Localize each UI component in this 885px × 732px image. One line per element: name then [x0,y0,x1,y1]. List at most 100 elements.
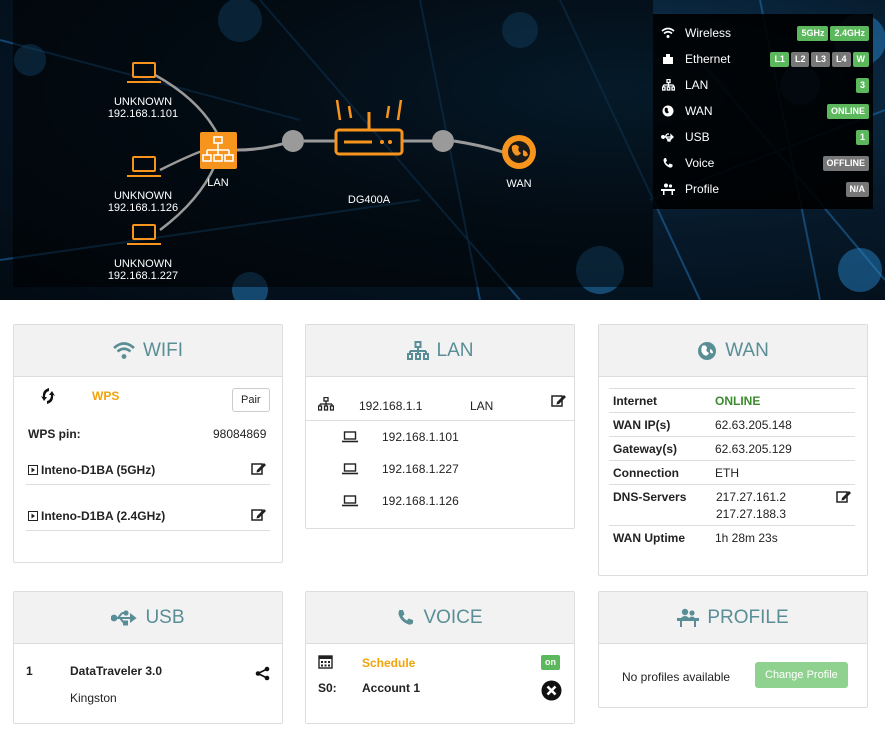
laptop-icon[interactable] [127,224,161,245]
wps-pin-label: WPS pin: [28,427,81,441]
lan-client-ip: 192.168.1.101 [382,430,459,444]
usb-card-title: USB [145,606,185,628]
profile-card-header: PROFILE [599,592,867,644]
share-icon[interactable] [255,666,270,681]
usb-device-vendor: Kingston [70,691,117,705]
divider [609,460,855,461]
ethernet-icon [661,52,675,66]
wan-ip-value: 62.63.205.148 [715,418,792,432]
divider [609,388,855,389]
sitemap-icon [661,78,675,92]
topology-diagram [127,62,536,245]
usb-device-index: 1 [26,664,33,678]
wan-dns-value: 217.27.161.2 [716,490,787,504]
laptop-icon [342,431,358,443]
status-badge: 2.4GHz [830,25,869,41]
client-label: UNKNOWN 192.168.1.126 [98,190,188,214]
close-circle-icon[interactable] [541,680,562,701]
lan-node-label: LAN [207,177,229,189]
network-topology-banner: UNKNOWN 192.168.1.101 UNKNOWN 192.168.1.… [0,0,885,300]
status-badge: N/A [845,181,869,197]
wan-uptime-value: 1h 28m 23s [715,531,778,545]
status-panel: Wireless 5GHz 2.4GHz Ethernet L1 L2 L3 L… [653,14,873,209]
lan-client-ip: 192.168.1.126 [382,494,459,508]
status-badge: W [852,51,869,67]
wifi-network-item[interactable]: Inteno-D1BA (2.4GHz) [28,509,165,523]
voice-schedule-label[interactable]: Schedule [362,656,415,670]
client-ip: 192.168.1.227 [107,270,179,282]
status-row-lan[interactable]: LAN 3 [661,72,869,98]
client-name: UNKNOWN [113,190,173,202]
wps-pin-value: 98084869 [213,427,267,441]
wan-card: WAN Internet ONLINE WAN IP(s) 62.63.205.… [598,324,868,576]
wifi-card-title: WIFI [142,339,184,361]
change-profile-button[interactable]: Change Profile [755,662,848,688]
client-label: UNKNOWN 192.168.1.101 [98,96,188,120]
laptop-icon [342,463,358,475]
usb-icon [111,609,138,626]
client-name: UNKNOWN [113,258,173,270]
wps-pair-button[interactable]: Pair [232,388,270,412]
wan-globe-icon[interactable] [502,135,536,169]
edit-icon[interactable] [251,461,267,475]
wifi-card: WIFI WPS Pair WPS pin: 98084869 Inteno-D… [13,324,283,563]
client-name: UNKNOWN [113,96,173,108]
divider [609,412,855,413]
schedule-status-badge[interactable]: on [541,655,560,670]
usb-card-header: USB [14,592,282,644]
wifi-icon [661,26,675,40]
voice-card-header: VOICE [306,592,574,644]
wps-label: WPS [92,389,120,403]
laptop-icon[interactable] [127,62,161,83]
lan-client-item[interactable]: 192.168.1.126 [342,494,459,508]
link-node-icon [282,130,304,152]
wifi-card-header: WIFI [14,325,282,377]
profile-icon [661,182,675,196]
phone-icon [661,156,675,170]
status-badge: OFFLINE [822,155,869,171]
client-label: UNKNOWN 192.168.1.227 [98,258,188,282]
wifi-network-name: Inteno-D1BA (2.4GHz) [41,509,166,523]
usb-icon [661,130,675,144]
edit-icon[interactable] [551,393,567,407]
play-icon [28,511,38,521]
status-row-usb[interactable]: USB 1 [661,124,869,150]
edit-icon[interactable] [251,507,267,521]
wan-gateway-value: 62.63.205.129 [715,442,792,456]
status-badge: 3 [855,77,869,93]
usb-card: USB 1 DataTraveler 3.0 Kingston [13,591,283,724]
wifi-network-item[interactable]: Inteno-D1BA (5GHz) [28,463,155,477]
status-row-wan[interactable]: WAN ONLINE [661,98,869,124]
divider [306,420,574,421]
status-label: USB [685,130,710,144]
lan-switch-icon[interactable] [200,132,237,169]
lan-client-ip: 192.168.1.227 [382,462,459,476]
voice-line-label: S0: [318,681,337,695]
status-label: LAN [685,78,709,92]
wan-dns-label: DNS-Servers [613,490,687,504]
status-label: Wireless [685,26,732,40]
status-row-wireless[interactable]: Wireless 5GHz 2.4GHz [661,20,869,46]
lan-client-item[interactable]: 192.168.1.227 [342,462,459,476]
laptop-icon [342,495,358,507]
wan-uptime-label: WAN Uptime [613,531,685,545]
laptop-icon[interactable] [127,156,161,177]
status-badge: L3 [811,51,830,67]
edit-icon[interactable] [836,489,852,503]
wan-ip-label: WAN IP(s) [613,418,671,432]
sitemap-icon [318,397,334,411]
router-icon[interactable] [334,99,404,156]
lan-client-item[interactable]: 192.168.1.101 [342,430,459,444]
calendar-icon [318,654,333,669]
wan-internet-label: Internet [613,394,658,408]
status-row-profile[interactable]: Profile N/A [661,176,869,202]
lan-card-title: LAN [436,339,474,361]
wan-card-title: WAN [725,339,769,361]
lan-gateway-ip: 192.168.1.1 [359,399,423,413]
status-badge: ONLINE [826,103,869,119]
status-badge: 5GHz [797,25,829,41]
status-row-voice[interactable]: Voice OFFLINE [661,150,869,176]
voice-account-name: Account 1 [362,681,421,695]
status-row-ethernet[interactable]: Ethernet L1 L2 L3 L4 W [661,46,869,72]
status-label: WAN [685,104,713,118]
